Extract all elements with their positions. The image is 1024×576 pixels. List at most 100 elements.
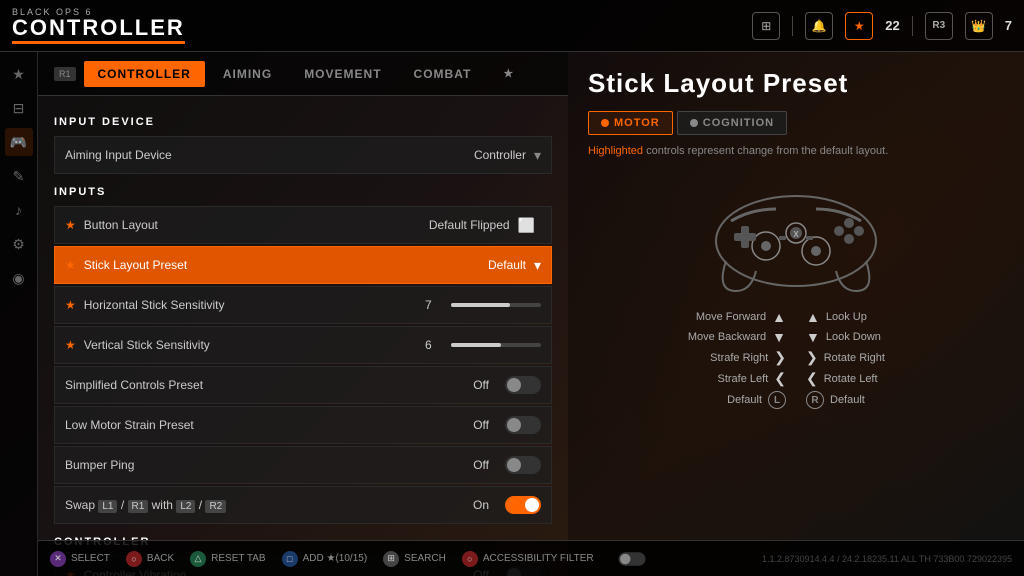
sidebar-icon-edit[interactable]: ✎ bbox=[5, 162, 33, 190]
menu-icon[interactable]: ⊞ bbox=[752, 12, 780, 40]
sidebar-icon-settings[interactable]: ⚙ bbox=[5, 230, 33, 258]
motor-tab-label: MOTOR bbox=[614, 117, 660, 129]
action-select[interactable]: ✕ SELECT bbox=[50, 551, 110, 567]
stick-tab-cognition[interactable]: COGNITION bbox=[677, 111, 787, 135]
label-bumper-ping: Bumper Ping bbox=[65, 458, 473, 472]
sidebar-icon-controller[interactable]: 🎮 bbox=[5, 128, 33, 156]
tab-aiming[interactable]: AIMING bbox=[209, 61, 286, 87]
action-look-down: Look Down bbox=[826, 331, 1004, 343]
row-bumper-ping[interactable]: Bumper Ping Off bbox=[54, 446, 552, 484]
toggle-simplified-controls[interactable] bbox=[505, 376, 541, 394]
sidebar-icon-star[interactable]: ★ bbox=[5, 60, 33, 88]
label-low-motor-strain: Low Motor Strain Preset bbox=[65, 418, 473, 432]
label-move-backward: Move Backward bbox=[588, 331, 766, 343]
reset-tab-label: RESET TAB bbox=[211, 553, 265, 564]
action-add[interactable]: □ ADD ★(10/15) bbox=[282, 551, 368, 567]
notification-icon[interactable]: 🔔 bbox=[805, 12, 833, 40]
prestige-count-icon[interactable]: 👑 bbox=[965, 12, 993, 40]
row-stick-layout-preset[interactable]: ★ Stick Layout Preset Default ▾ bbox=[54, 246, 552, 284]
action-back[interactable]: ○ BACK bbox=[126, 551, 174, 567]
toggle-knob-bumper bbox=[507, 458, 521, 472]
main-content: R1 CONTROLLER AIMING MOVEMENT COMBAT ★ I… bbox=[38, 52, 1024, 576]
prestige-icon[interactable]: ★ bbox=[845, 12, 873, 40]
export-icon-button-layout[interactable]: ⬜ bbox=[518, 217, 535, 234]
label-vertical-sensitivity: Vertical Stick Sensitivity bbox=[84, 338, 425, 352]
tab-controller[interactable]: CONTROLLER bbox=[84, 61, 205, 87]
bottom-bar: ✕ SELECT ○ BACK △ RESET TAB □ ADD ★(10/1… bbox=[38, 540, 1024, 576]
arrow-look-down: ▼ bbox=[806, 329, 820, 345]
tab-extra[interactable]: ★ bbox=[489, 61, 528, 86]
divider bbox=[792, 16, 793, 36]
tab-icon-r1: R1 bbox=[54, 67, 76, 81]
tab-movement[interactable]: MOVEMENT bbox=[290, 61, 395, 87]
arrow-strafe-right: ❯ bbox=[774, 349, 786, 366]
value-aiming-input-device: Controller bbox=[474, 148, 526, 162]
action-search[interactable]: ⊞ SEARCH bbox=[383, 551, 446, 567]
toggle-bumper-ping[interactable] bbox=[505, 456, 541, 474]
mapping-rotate-left: ❮ Rotate Left bbox=[806, 370, 1004, 387]
action-default-right: Default bbox=[830, 394, 1004, 406]
logo-accent-bar bbox=[12, 41, 185, 44]
action-rotate-left: Rotate Left bbox=[824, 373, 1004, 385]
arrow-move-forward: ▲ bbox=[772, 309, 786, 325]
tab-combat[interactable]: COMBAT bbox=[400, 61, 486, 87]
add-label: ADD ★(10/15) bbox=[303, 553, 368, 564]
slider-track-horizontal[interactable] bbox=[451, 303, 541, 307]
svg-text:X: X bbox=[793, 230, 799, 239]
star-v-sensitivity: ★ bbox=[65, 338, 76, 352]
btn-left-stick: L bbox=[768, 391, 786, 409]
toggle-knob-simplified bbox=[507, 378, 521, 392]
star-stick-layout: ★ bbox=[65, 258, 76, 272]
label-strafe-right: Strafe Right bbox=[588, 352, 768, 364]
star-button-layout: ★ bbox=[65, 218, 76, 232]
row-aiming-input-device[interactable]: Aiming Input Device Controller ▾ bbox=[54, 136, 552, 174]
row-horizontal-sensitivity[interactable]: ★ Horizontal Stick Sensitivity 7 bbox=[54, 286, 552, 324]
settings-area[interactable]: INPUT DEVICE Aiming Input Device Control… bbox=[38, 96, 568, 576]
sidebar-icon-profile[interactable]: ◉ bbox=[5, 264, 33, 292]
arrow-move-backward: ▼ bbox=[772, 329, 786, 345]
value-simplified-controls: Off bbox=[473, 378, 489, 392]
label-swap-buttons: Swap L1 / R1 with L2 / R2 bbox=[65, 498, 473, 512]
app-logo: BLACK OPS 6 CONTROLLER bbox=[12, 7, 185, 44]
slider-horizontal[interactable]: 7 bbox=[425, 298, 541, 312]
stick-hint: Highlighted controls represent change fr… bbox=[588, 145, 1004, 157]
left-sidebar: ★ ⊟ 🎮 ✎ ♪ ⚙ ◉ bbox=[0, 52, 38, 576]
reset-tab-icon: △ bbox=[190, 551, 206, 567]
mapping-strafe-left: Strafe Left ❮ bbox=[588, 370, 786, 387]
search-icon: ⊞ bbox=[383, 551, 399, 567]
star-h-sensitivity: ★ bbox=[65, 298, 76, 312]
search-label: SEARCH bbox=[404, 553, 446, 564]
mapping-rotate-right: ❯ Rotate Right bbox=[806, 349, 1004, 366]
row-simplified-controls[interactable]: Simplified Controls Preset Off bbox=[54, 366, 552, 404]
action-accessibility[interactable]: ○ ACCESSIBILITY FILTER bbox=[462, 551, 594, 567]
toggle-swap-buttons[interactable] bbox=[505, 496, 541, 514]
toggle-low-motor-strain[interactable] bbox=[505, 416, 541, 434]
row-low-motor-strain[interactable]: Low Motor Strain Preset Off bbox=[54, 406, 552, 444]
row-button-layout[interactable]: ★ Button Layout Default Flipped ⬜ bbox=[54, 206, 552, 244]
label-button-layout: Button Layout bbox=[84, 218, 429, 232]
cognition-tab-dot bbox=[690, 119, 698, 127]
back-icon: ○ bbox=[126, 551, 142, 567]
slider-track-vertical[interactable] bbox=[451, 343, 541, 347]
arrow-look-up: ▲ bbox=[806, 309, 820, 325]
left-panel: R1 CONTROLLER AIMING MOVEMENT COMBAT ★ I… bbox=[38, 52, 568, 576]
level-stat: 22 bbox=[885, 18, 899, 33]
action-look-up: Look Up bbox=[826, 311, 1004, 323]
stick-tab-motor[interactable]: MOTOR bbox=[588, 111, 673, 135]
slider-fill-horizontal bbox=[451, 303, 510, 307]
value-bumper-ping: Off bbox=[473, 458, 489, 472]
row-vertical-sensitivity[interactable]: ★ Vertical Stick Sensitivity 6 bbox=[54, 326, 552, 364]
label-horizontal-sensitivity: Horizontal Stick Sensitivity bbox=[84, 298, 425, 312]
row-swap-buttons[interactable]: Swap L1 / R1 with L2 / R2 On bbox=[54, 486, 552, 524]
right-panel: Stick Layout Preset MOTOR COGNITION High… bbox=[568, 52, 1024, 576]
slider-vertical[interactable]: 6 bbox=[425, 338, 541, 352]
sidebar-icon-audio[interactable]: ♪ bbox=[5, 196, 33, 224]
value-swap-buttons: On bbox=[473, 498, 489, 512]
prestige-stat: 7 bbox=[1005, 18, 1012, 33]
rank-icon[interactable]: R3 bbox=[925, 12, 953, 40]
toggle-accessibility[interactable] bbox=[618, 552, 645, 566]
sidebar-icon-menu[interactable]: ⊟ bbox=[5, 94, 33, 122]
stick-layout-title: Stick Layout Preset bbox=[588, 68, 1004, 99]
highlighted-word: Highlighted bbox=[588, 145, 643, 157]
action-reset-tab[interactable]: △ RESET TAB bbox=[190, 551, 265, 567]
